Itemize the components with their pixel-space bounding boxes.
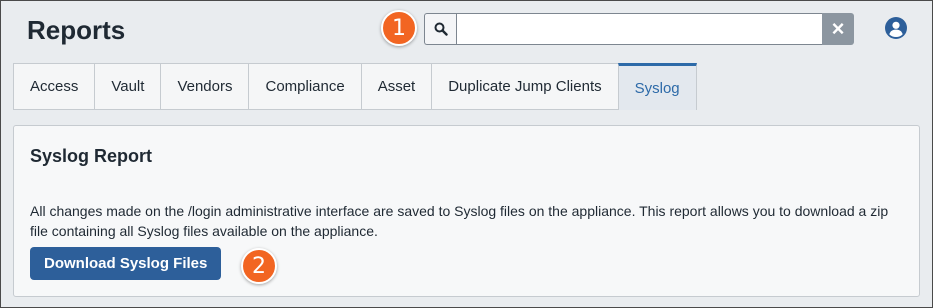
tab-access[interactable]: Access	[13, 63, 96, 110]
tab-compliance[interactable]: Compliance	[248, 63, 362, 110]
search-button[interactable]	[424, 13, 456, 45]
tab-asset[interactable]: Asset	[360, 63, 433, 110]
search-input[interactable]	[456, 13, 822, 45]
download-syslog-button[interactable]: Download Syslog Files	[30, 247, 222, 280]
callout-marker-2: 2	[241, 248, 277, 284]
callout-marker-1: 1	[381, 10, 417, 46]
tab-duplicate-jump-clients[interactable]: Duplicate Jump Clients	[431, 63, 619, 110]
clear-search-button[interactable]: ×	[822, 13, 854, 45]
page-title: Reports	[27, 15, 126, 45]
panel-title: Syslog Report	[30, 146, 153, 166]
panel-description: All changes made on the /login administr…	[30, 203, 889, 239]
user-icon[interactable]	[885, 17, 907, 39]
tab-vendors[interactable]: Vendors	[160, 63, 250, 110]
search-bar: ×	[424, 13, 854, 45]
close-icon: ×	[831, 16, 845, 41]
tab-syslog[interactable]: Syslog	[617, 63, 697, 110]
reports-window: Reports 1 × Access Vault Vendors Complia…	[0, 0, 933, 308]
report-tabs: Access Vault Vendors Compliance Asset Du…	[13, 63, 697, 110]
search-icon	[434, 22, 448, 36]
tab-vault[interactable]: Vault	[94, 63, 162, 110]
syslog-report-panel: Syslog Report All changes made on the /l…	[13, 125, 920, 297]
